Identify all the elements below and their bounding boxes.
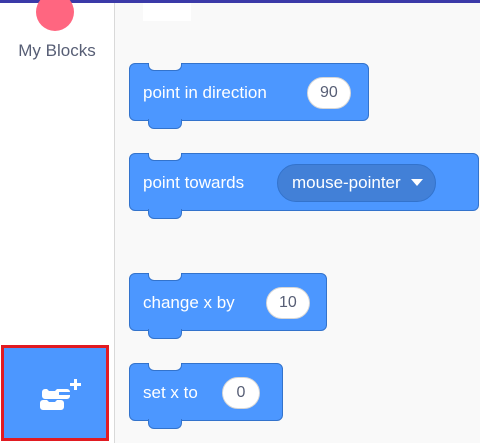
category-label: My Blocks bbox=[18, 41, 96, 60]
direction-input[interactable]: 90 bbox=[307, 77, 351, 109]
block-label: point in direction bbox=[143, 83, 267, 102]
category-my-blocks[interactable]: My Blocks bbox=[0, 0, 114, 73]
chevron-down-icon bbox=[410, 179, 423, 186]
dropdown-value: mouse-pointer bbox=[292, 173, 401, 192]
add-extension-icon bbox=[40, 379, 81, 410]
block-label: set x to bbox=[143, 383, 198, 402]
point-towards-block[interactable]: point towards mouse-pointer bbox=[129, 153, 479, 219]
change-x-input[interactable]: 10 bbox=[266, 287, 310, 319]
towards-dropdown[interactable]: mouse-pointer bbox=[277, 164, 436, 202]
set-x-input[interactable]: 0 bbox=[222, 377, 260, 409]
block-palette: point in direction 90 point towards mous… bbox=[115, 3, 480, 443]
add-extension-button[interactable] bbox=[1, 345, 109, 441]
point-in-direction-block[interactable]: point in direction 90 bbox=[129, 63, 369, 129]
set-x-to-block[interactable]: set x to 0 bbox=[129, 363, 283, 429]
block-label: change x by bbox=[143, 293, 235, 312]
block-label: point towards bbox=[143, 173, 245, 192]
palette-tab-fragment bbox=[143, 3, 191, 21]
change-x-by-block[interactable]: change x by 10 bbox=[129, 273, 327, 339]
my-blocks-color-dot bbox=[36, 0, 74, 31]
